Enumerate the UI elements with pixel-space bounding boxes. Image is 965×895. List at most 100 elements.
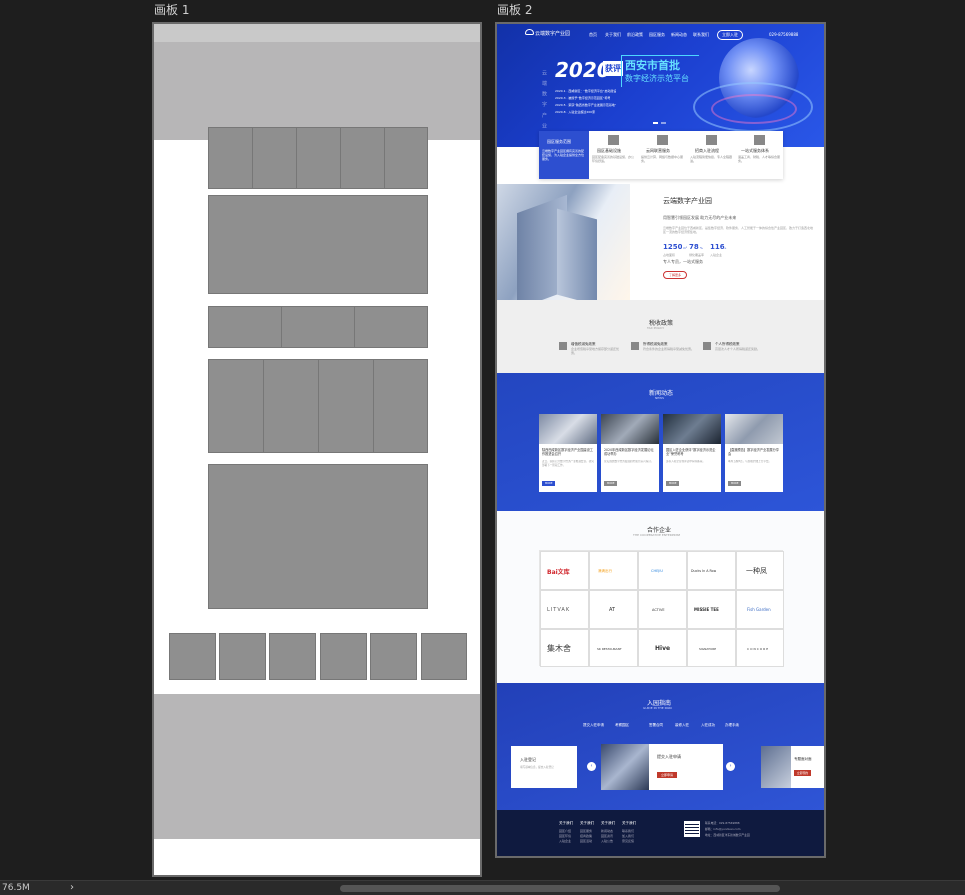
hero-item: 2020.3 · 被授予“数字经济示范园区”称号 bbox=[555, 96, 611, 100]
hero-award: 获评 bbox=[603, 61, 623, 76]
partner-logo[interactable]: SIGNATURE bbox=[687, 629, 736, 667]
qr-code-icon bbox=[684, 821, 700, 837]
wire-service-box bbox=[296, 127, 341, 189]
artboard-1[interactable] bbox=[152, 22, 482, 877]
news-more-button[interactable]: MORE bbox=[604, 481, 618, 486]
partner-logo-text: Hive bbox=[655, 645, 671, 652]
partner-logo[interactable]: SK RESTAURANT bbox=[589, 629, 638, 667]
wire-service-box bbox=[340, 127, 385, 189]
service-card[interactable]: 云网联营服务 提供云计算、网络与数据中心服务。 bbox=[638, 131, 687, 179]
news-card[interactable]: 2020年西咸新区数字经济发展论坛成功举办 论坛围绕数字经济发展趋势展开深入探讨… bbox=[601, 414, 659, 492]
phone-number: 029-87569888 bbox=[769, 32, 799, 37]
nav-policy[interactable]: 前沿政策 bbox=[627, 32, 643, 38]
news-card-title: 陕西西咸新区数字经济产业园建设工作推进会召开 bbox=[542, 448, 593, 456]
artboard-2[interactable]: 云端数字产业园 首页 关于我们 前沿政策 园区服务 新闻动态 联系我们 立即入驻… bbox=[495, 22, 826, 858]
cloud-logo-icon[interactable] bbox=[525, 29, 534, 35]
guide-book-button[interactable]: 立即预约 bbox=[794, 770, 812, 776]
nav-about[interactable]: 关于我们 bbox=[605, 32, 621, 38]
guide-tab[interactable]: 签署合同 bbox=[649, 723, 663, 728]
guide-card[interactable]: 入驻登记 填写基本信息，提交入驻登记 bbox=[511, 746, 577, 788]
partner-logo[interactable]: AT bbox=[589, 590, 638, 629]
news-card[interactable]: 陕西西咸新区数字经济产业园建设工作推进会召开 近日，园区召开数字经济产业推进会议… bbox=[539, 414, 597, 492]
service-desc: 涵盖工商、财税、人才等综合服务。 bbox=[738, 155, 781, 163]
footer-link[interactable]: 园区环境 bbox=[559, 834, 571, 838]
service-card[interactable]: 园区基础设施 园区配备完善的基础设施，办公环境舒适。 bbox=[589, 131, 638, 179]
slider-dot[interactable] bbox=[653, 122, 658, 124]
nav-contact[interactable]: 联系我们 bbox=[693, 32, 709, 38]
nav-service[interactable]: 园区服务 bbox=[649, 32, 665, 38]
nav-news[interactable]: 新闻动态 bbox=[671, 32, 687, 38]
nav-join-button[interactable]: 立即入驻 bbox=[717, 30, 743, 40]
news-more-button[interactable]: MORE bbox=[666, 481, 680, 486]
slider-dot[interactable] bbox=[661, 122, 666, 124]
footer-link[interactable]: 意见反馈 bbox=[622, 839, 634, 843]
partner-logo[interactable]: CHEJIU bbox=[638, 551, 687, 590]
footer-link[interactable]: 招商政策 bbox=[580, 834, 592, 838]
guide-card-featured[interactable]: 提交入驻申请 立即申请 bbox=[649, 744, 723, 790]
wire-policy-box bbox=[354, 306, 428, 348]
logo-text[interactable]: 云端数字产业园 bbox=[535, 30, 570, 37]
footer-link[interactable]: 加入我们 bbox=[622, 834, 634, 838]
wire-about-block bbox=[208, 195, 428, 294]
guide-tab[interactable]: 提交入驻申请 bbox=[583, 723, 604, 728]
partner-logo[interactable]: LITVAK bbox=[540, 590, 589, 629]
partner-logo[interactable]: 集木舍 bbox=[540, 629, 589, 667]
footer-link[interactable]: 园区活动 bbox=[580, 839, 592, 843]
partner-logo-text: CONCORE bbox=[747, 647, 770, 651]
partner-logo-text: Ducks In A Row bbox=[691, 569, 717, 573]
service-card-active[interactable]: 园区服务范围 云端数字产业园区拥有完善的配套设施，为入驻企业提供全方位服务。 bbox=[539, 131, 589, 179]
policy-icon bbox=[559, 342, 567, 350]
partner-logo[interactable]: Hive bbox=[638, 629, 687, 667]
partner-logo[interactable]: CONCORE bbox=[736, 629, 784, 667]
nav-home[interactable]: 首页 bbox=[589, 32, 597, 38]
footer-col-title: 关于我们 bbox=[580, 821, 594, 825]
partner-logo[interactable]: 一种凤 bbox=[736, 551, 784, 590]
stat-number: 78 bbox=[689, 243, 699, 251]
footer-link[interactable]: 园区服务 bbox=[580, 829, 592, 833]
footer-link[interactable]: 新闻动态 bbox=[601, 829, 613, 833]
policy-subtitle: TAX POLICY bbox=[647, 326, 665, 330]
footer-link[interactable]: 园区资讯 bbox=[601, 834, 613, 838]
footer-link[interactable]: 入驻企业 bbox=[559, 839, 571, 843]
footer-link[interactable]: 入驻公告 bbox=[601, 839, 613, 843]
about-subtitle: 用智慧引领园区发展 助力无尽的产业未来 bbox=[663, 215, 737, 220]
about-more-button[interactable]: 了解更多 bbox=[663, 271, 688, 279]
horizontal-scrollbar[interactable] bbox=[340, 885, 780, 892]
wire-news-box bbox=[263, 359, 319, 453]
news-more-button[interactable]: MORE bbox=[728, 481, 742, 486]
guide-prev-arrow-icon[interactable]: ‹ bbox=[587, 762, 596, 771]
service-title: 招商入驻流程 bbox=[695, 148, 719, 153]
partner-logo[interactable]: Fish Garden bbox=[736, 590, 784, 629]
guide-tab[interactable]: 入驻成功 bbox=[701, 723, 715, 728]
about-foot: 专人专员，一站式服务 bbox=[663, 259, 703, 264]
artboard-2-label[interactable]: 画板 2 bbox=[497, 1, 532, 18]
news-card[interactable]: 园区入驻企业获评“数字经济示范企业”荣誉称号 多家入驻企业在评选中获得殊荣。 M… bbox=[663, 414, 721, 492]
service-card[interactable]: 招商入驻流程 入驻流程简便快捷，专人全程跟进。 bbox=[687, 131, 735, 179]
partner-logo[interactable]: Ducks In A Row bbox=[687, 551, 736, 590]
footer-link[interactable]: 园区介绍 bbox=[559, 829, 571, 833]
guide-tab[interactable]: 办理手续 bbox=[725, 723, 739, 728]
partner-logo[interactable]: 滴滴出行 bbox=[589, 551, 638, 590]
partner-logo[interactable]: Bai文库 bbox=[540, 551, 589, 590]
guide-next-arrow-icon[interactable]: › bbox=[726, 762, 735, 771]
policy-item-desc: 企业增值税享受地方留存部分返还优惠。 bbox=[571, 347, 620, 355]
news-image bbox=[725, 414, 783, 444]
partner-logo[interactable]: ACTIVE bbox=[638, 590, 687, 629]
chevron-right-icon[interactable]: › bbox=[70, 882, 74, 893]
news-more-button[interactable]: MORE bbox=[542, 481, 556, 486]
guide-card[interactable]: 专题面对面 立即预约 bbox=[791, 746, 824, 788]
guide-tab[interactable]: 考察园区 bbox=[615, 723, 629, 728]
guide-apply-button[interactable]: 立即申请 bbox=[657, 772, 678, 778]
guide-tab[interactable]: 装修入驻 bbox=[675, 723, 689, 728]
service-title: 园区服务范围 bbox=[547, 139, 571, 144]
partner-logo-text: SIGNATURE bbox=[699, 647, 717, 651]
partner-logo-text: ACTIVE bbox=[652, 608, 665, 612]
news-card[interactable]: 【直播预告】数字经济产业发展分享会 本周五晚8点，与您相约线上分享会。 MORE bbox=[725, 414, 783, 492]
partner-logo[interactable]: MISSIE TEE bbox=[687, 590, 736, 629]
building-shape bbox=[557, 208, 597, 306]
footer-contact: 邮箱：info@yunduan.com bbox=[705, 827, 741, 831]
footer-link[interactable]: 联系我们 bbox=[622, 829, 634, 833]
artboard-1-label[interactable]: 画板 1 bbox=[154, 1, 189, 18]
service-card[interactable]: 一站式服务体系 涵盖工商、财税、人才等综合服务。 bbox=[735, 131, 783, 179]
hero-item: 2020.8 · 入驻企业超过200家 bbox=[555, 110, 596, 114]
